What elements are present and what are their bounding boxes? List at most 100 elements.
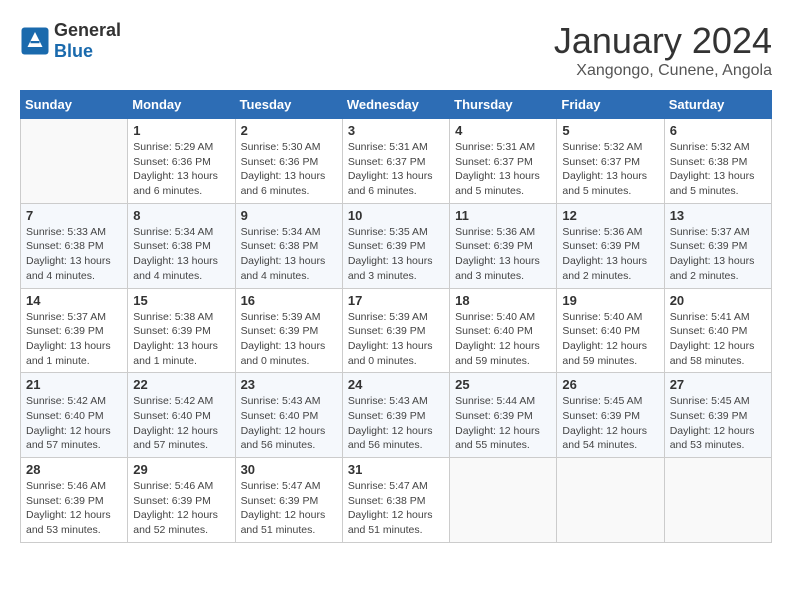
calendar-cell: 10 Sunrise: 5:35 AMSunset: 6:39 PMDayligh… xyxy=(342,203,449,288)
day-number: 1 xyxy=(133,123,229,138)
calendar-cell: 7 Sunrise: 5:33 AMSunset: 6:38 PMDaylight… xyxy=(21,203,128,288)
day-info: Sunrise: 5:31 AMSunset: 6:37 PMDaylight:… xyxy=(348,140,444,199)
day-number: 16 xyxy=(241,293,337,308)
day-info: Sunrise: 5:31 AMSunset: 6:37 PMDaylight:… xyxy=(455,140,551,199)
day-info: Sunrise: 5:39 AMSunset: 6:39 PMDaylight:… xyxy=(241,310,337,369)
calendar-cell xyxy=(450,458,557,543)
calendar-cell xyxy=(21,119,128,204)
calendar-cell: 31 Sunrise: 5:47 AMSunset: 6:38 PMDayligh… xyxy=(342,458,449,543)
calendar-cell: 16 Sunrise: 5:39 AMSunset: 6:39 PMDayligh… xyxy=(235,288,342,373)
day-info: Sunrise: 5:41 AMSunset: 6:40 PMDaylight:… xyxy=(670,310,766,369)
day-info: Sunrise: 5:37 AMSunset: 6:39 PMDaylight:… xyxy=(26,310,122,369)
calendar-cell: 18 Sunrise: 5:40 AMSunset: 6:40 PMDayligh… xyxy=(450,288,557,373)
calendar-cell: 22Sunrise: 5:42 AMSunset: 6:40 PMDayligh… xyxy=(128,373,235,458)
day-number: 6 xyxy=(670,123,766,138)
day-info: Sunrise: 5:42 AMSunset: 6:40 PMDaylight:… xyxy=(26,394,122,453)
calendar-cell: 25Sunrise: 5:44 AMSunset: 6:39 PMDayligh… xyxy=(450,373,557,458)
day-info: Sunrise: 5:32 AMSunset: 6:37 PMDaylight:… xyxy=(562,140,658,199)
day-number: 30 xyxy=(241,462,337,477)
day-number: 11 xyxy=(455,208,551,223)
day-info: Sunrise: 5:43 AMSunset: 6:40 PMDaylight:… xyxy=(241,394,337,453)
calendar-cell: 2Sunrise: 5:30 AMSunset: 6:36 PMDaylight… xyxy=(235,119,342,204)
calendar-cell: 6 Sunrise: 5:32 AMSunset: 6:38 PMDaylight… xyxy=(664,119,771,204)
day-info: Sunrise: 5:38 AMSunset: 6:39 PMDaylight:… xyxy=(133,310,229,369)
calendar-cell: 3 Sunrise: 5:31 AMSunset: 6:37 PMDaylight… xyxy=(342,119,449,204)
calendar-cell: 17 Sunrise: 5:39 AMSunset: 6:39 PMDayligh… xyxy=(342,288,449,373)
calendar-cell: 30Sunrise: 5:47 AMSunset: 6:39 PMDayligh… xyxy=(235,458,342,543)
calendar-cell: 28Sunrise: 5:46 AMSunset: 6:39 PMDayligh… xyxy=(21,458,128,543)
day-number: 15 xyxy=(133,293,229,308)
day-number: 26 xyxy=(562,377,658,392)
day-info: Sunrise: 5:39 AMSunset: 6:39 PMDaylight:… xyxy=(348,310,444,369)
day-info: Sunrise: 5:47 AMSunset: 6:38 PMDaylight:… xyxy=(348,479,444,538)
week-row-1: 1Sunrise: 5:29 AMSunset: 6:36 PMDaylight… xyxy=(21,119,772,204)
day-number: 20 xyxy=(670,293,766,308)
calendar-cell: 1Sunrise: 5:29 AMSunset: 6:36 PMDaylight… xyxy=(128,119,235,204)
weekday-header-thursday: Thursday xyxy=(450,91,557,119)
calendar-cell xyxy=(664,458,771,543)
calendar-cell: 29 Sunrise: 5:46 AMSunset: 6:39 PMDayligh… xyxy=(128,458,235,543)
day-info: Sunrise: 5:46 AMSunset: 6:39 PMDaylight:… xyxy=(133,479,229,538)
month-title: January 2024 xyxy=(554,20,772,62)
calendar-table: SundayMondayTuesdayWednesdayThursdayFrid… xyxy=(20,90,772,543)
weekday-header-sunday: Sunday xyxy=(21,91,128,119)
day-info: Sunrise: 5:36 AMSunset: 6:39 PMDaylight:… xyxy=(562,225,658,284)
logo-text: General Blue xyxy=(54,20,121,62)
day-info: Sunrise: 5:45 AMSunset: 6:39 PMDaylight:… xyxy=(562,394,658,453)
calendar-cell: 24 Sunrise: 5:43 AMSunset: 6:39 PMDayligh… xyxy=(342,373,449,458)
day-number: 31 xyxy=(348,462,444,477)
location-title: Xangongo, Cunene, Angola xyxy=(554,62,772,80)
logo: General Blue xyxy=(20,20,121,62)
day-number: 3 xyxy=(348,123,444,138)
day-info: Sunrise: 5:33 AMSunset: 6:38 PMDaylight:… xyxy=(26,225,122,284)
calendar-cell: 14 Sunrise: 5:37 AMSunset: 6:39 PMDayligh… xyxy=(21,288,128,373)
day-number: 17 xyxy=(348,293,444,308)
day-info: Sunrise: 5:46 AMSunset: 6:39 PMDaylight:… xyxy=(26,479,122,538)
weekday-header-wednesday: Wednesday xyxy=(342,91,449,119)
day-number: 8 xyxy=(133,208,229,223)
calendar-cell: 4 Sunrise: 5:31 AMSunset: 6:37 PMDaylight… xyxy=(450,119,557,204)
day-number: 4 xyxy=(455,123,551,138)
day-info: Sunrise: 5:34 AMSunset: 6:38 PMDaylight:… xyxy=(133,225,229,284)
day-info: Sunrise: 5:45 AMSunset: 6:39 PMDaylight:… xyxy=(670,394,766,453)
day-number: 10 xyxy=(348,208,444,223)
day-info: Sunrise: 5:37 AMSunset: 6:39 PMDaylight:… xyxy=(670,225,766,284)
calendar-cell: 20 Sunrise: 5:41 AMSunset: 6:40 PMDayligh… xyxy=(664,288,771,373)
day-number: 29 xyxy=(133,462,229,477)
calendar-cell: 11 Sunrise: 5:36 AMSunset: 6:39 PMDayligh… xyxy=(450,203,557,288)
title-block: January 2024 Xangongo, Cunene, Angola xyxy=(554,20,772,80)
calendar-cell: 26 Sunrise: 5:45 AMSunset: 6:39 PMDayligh… xyxy=(557,373,664,458)
weekday-header-tuesday: Tuesday xyxy=(235,91,342,119)
week-row-3: 14 Sunrise: 5:37 AMSunset: 6:39 PMDayligh… xyxy=(21,288,772,373)
page-header: General Blue January 2024 Xangongo, Cune… xyxy=(20,20,772,80)
calendar-cell: 5 Sunrise: 5:32 AMSunset: 6:37 PMDaylight… xyxy=(557,119,664,204)
calendar-cell xyxy=(557,458,664,543)
day-number: 7 xyxy=(26,208,122,223)
calendar-cell: 19 Sunrise: 5:40 AMSunset: 6:40 PMDayligh… xyxy=(557,288,664,373)
weekday-header-saturday: Saturday xyxy=(664,91,771,119)
day-number: 14 xyxy=(26,293,122,308)
day-number: 23 xyxy=(241,377,337,392)
calendar-cell: 13Sunrise: 5:37 AMSunset: 6:39 PMDayligh… xyxy=(664,203,771,288)
calendar-cell: 9Sunrise: 5:34 AMSunset: 6:38 PMDaylight… xyxy=(235,203,342,288)
day-info: Sunrise: 5:35 AMSunset: 6:39 PMDaylight:… xyxy=(348,225,444,284)
weekday-header-monday: Monday xyxy=(128,91,235,119)
day-info: Sunrise: 5:32 AMSunset: 6:38 PMDaylight:… xyxy=(670,140,766,199)
day-info: Sunrise: 5:43 AMSunset: 6:39 PMDaylight:… xyxy=(348,394,444,453)
day-number: 27 xyxy=(670,377,766,392)
week-row-5: 28Sunrise: 5:46 AMSunset: 6:39 PMDayligh… xyxy=(21,458,772,543)
day-number: 19 xyxy=(562,293,658,308)
weekday-header-row: SundayMondayTuesdayWednesdayThursdayFrid… xyxy=(21,91,772,119)
day-number: 5 xyxy=(562,123,658,138)
calendar-cell: 8 Sunrise: 5:34 AMSunset: 6:38 PMDaylight… xyxy=(128,203,235,288)
day-info: Sunrise: 5:36 AMSunset: 6:39 PMDaylight:… xyxy=(455,225,551,284)
day-info: Sunrise: 5:40 AMSunset: 6:40 PMDaylight:… xyxy=(455,310,551,369)
day-number: 24 xyxy=(348,377,444,392)
day-info: Sunrise: 5:30 AMSunset: 6:36 PMDaylight:… xyxy=(241,140,337,199)
calendar-cell: 23 Sunrise: 5:43 AMSunset: 6:40 PMDayligh… xyxy=(235,373,342,458)
day-number: 18 xyxy=(455,293,551,308)
day-info: Sunrise: 5:40 AMSunset: 6:40 PMDaylight:… xyxy=(562,310,658,369)
weekday-header-friday: Friday xyxy=(557,91,664,119)
day-number: 21 xyxy=(26,377,122,392)
day-number: 25 xyxy=(455,377,551,392)
